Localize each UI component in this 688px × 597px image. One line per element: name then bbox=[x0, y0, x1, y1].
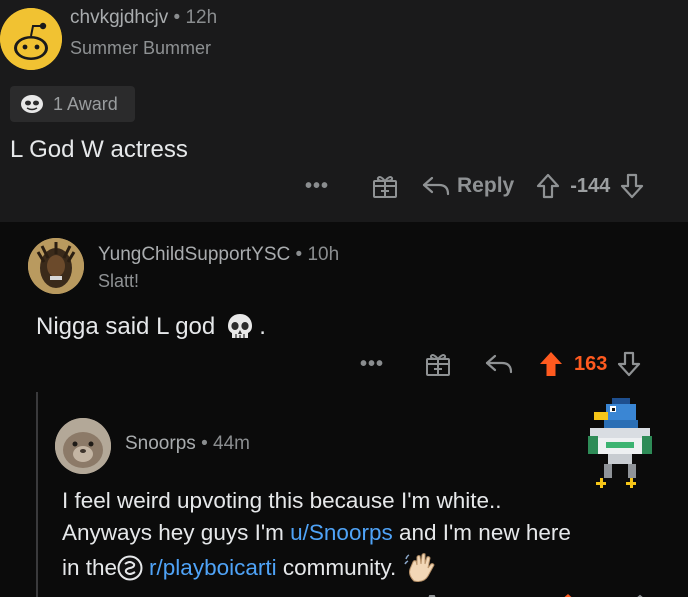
comment-body-text: Nigga said L god bbox=[36, 313, 216, 340]
upvote-icon bbox=[540, 352, 563, 376]
more-options-button[interactable]: ••• bbox=[305, 175, 329, 198]
vote-score: 163 bbox=[574, 352, 608, 375]
vote-score: -144 bbox=[570, 174, 611, 197]
upvote-button[interactable] bbox=[536, 173, 560, 199]
username[interactable]: YungChildSupportYSC bbox=[98, 244, 290, 265]
username[interactable]: Snoorps bbox=[125, 433, 196, 454]
downvote-icon bbox=[618, 351, 641, 377]
reply-label: Reply bbox=[457, 174, 515, 197]
comment-author-line: YungChildSupportYSC • 10h bbox=[98, 244, 339, 266]
comment-body-suffix: . bbox=[259, 313, 266, 340]
comment-body-line-3: in the r/playboicarti community. bbox=[62, 551, 438, 585]
award-count: 1 Award bbox=[53, 93, 118, 114]
comment-body: Nigga said L god . bbox=[36, 312, 266, 342]
user-avatar-image bbox=[28, 238, 84, 294]
downvote-button[interactable] bbox=[620, 173, 644, 199]
more-options-button[interactable]: ••• bbox=[360, 353, 384, 376]
award-badge[interactable]: 1 Award bbox=[10, 86, 135, 122]
downvote-button[interactable] bbox=[617, 351, 641, 377]
snoo-icon bbox=[0, 8, 62, 70]
skull-emoji-icon bbox=[225, 312, 255, 342]
reply-button[interactable]: Reply bbox=[421, 173, 514, 199]
gift-icon[interactable] bbox=[371, 172, 399, 200]
separator: • bbox=[201, 433, 208, 454]
comment-body: L God W actress bbox=[10, 136, 188, 163]
username[interactable]: chvkgjdhcjv bbox=[70, 7, 168, 28]
reply-button[interactable] bbox=[484, 351, 514, 377]
comment-actions: ••• 163 bbox=[360, 350, 641, 378]
separator: • bbox=[173, 7, 181, 28]
gift-icon[interactable] bbox=[424, 350, 452, 378]
subreddit-link[interactable]: r/playboicarti bbox=[149, 555, 277, 581]
timestamp: 12h bbox=[185, 7, 218, 28]
subreddit-icon bbox=[117, 555, 143, 581]
comment-body-line-2: Anyways hey guys I'm u/Snoorps and I'm n… bbox=[62, 520, 571, 546]
comment-text: in the bbox=[62, 555, 118, 580]
comment-body-line-1: I feel weird upvoting this because I'm w… bbox=[62, 488, 502, 513]
upvote-icon bbox=[537, 173, 560, 199]
avatar[interactable] bbox=[55, 418, 111, 474]
user-flair: Summer Bummer bbox=[70, 38, 212, 58]
reply-icon bbox=[485, 354, 513, 374]
comment-actions: ••• Reply -144 bbox=[305, 172, 644, 200]
timestamp: 44m bbox=[213, 433, 250, 454]
downvote-icon bbox=[621, 173, 644, 199]
separator: • bbox=[295, 244, 303, 265]
user-mention-link[interactable]: u/Snoorps bbox=[290, 520, 393, 545]
avatar[interactable] bbox=[0, 8, 62, 70]
comment-author-line: chvkgjdhcjv • 12h bbox=[70, 7, 217, 29]
comment-author-line: Snoorps • 44m bbox=[125, 433, 250, 455]
waving-hand-emoji-icon bbox=[404, 551, 438, 585]
comment-text: and I'm new here bbox=[392, 520, 571, 545]
thread-line[interactable] bbox=[36, 392, 38, 597]
award-icon bbox=[19, 93, 45, 115]
comment-text: community. bbox=[276, 555, 397, 580]
comment-text: Anyways hey guys I'm bbox=[62, 520, 291, 545]
user-avatar-image bbox=[55, 418, 111, 474]
user-flair: Slatt! bbox=[98, 271, 140, 291]
pixel-bird-flair-icon bbox=[582, 396, 658, 505]
upvote-button[interactable] bbox=[538, 350, 564, 378]
timestamp: 10h bbox=[307, 244, 340, 265]
reply-icon bbox=[422, 176, 450, 196]
partial-actions-row bbox=[420, 588, 680, 597]
avatar[interactable] bbox=[28, 238, 84, 294]
